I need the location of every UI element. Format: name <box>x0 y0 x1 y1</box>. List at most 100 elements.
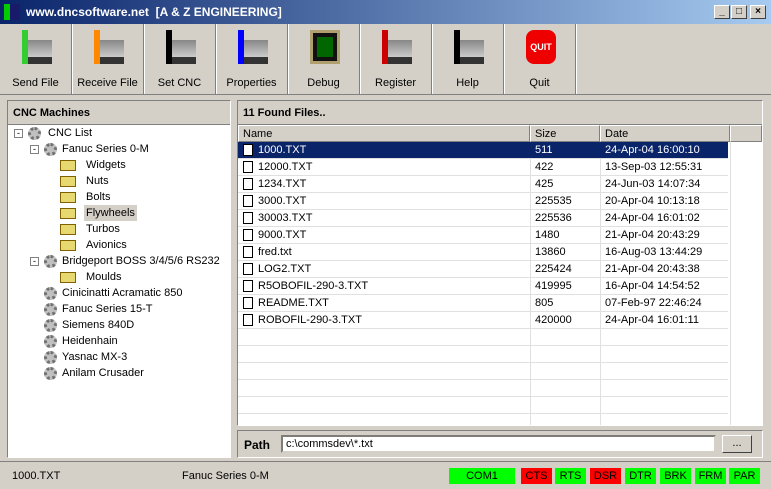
toolbar-label: Set CNC <box>157 77 202 89</box>
file-icon <box>243 161 253 173</box>
file-date: 24-Apr-04 16:00:10 <box>605 144 700 156</box>
file-name: ROBOFIL-290-3.TXT <box>258 314 362 326</box>
path-input[interactable]: c:\commsdev\*.txt <box>281 435 716 453</box>
column-filler <box>730 125 762 142</box>
file-date: 24-Jun-03 14:07:34 <box>605 178 701 190</box>
set-cnc-icon <box>166 30 196 64</box>
toolbar-button-register[interactable]: Register <box>360 24 432 94</box>
file-list: Name Size Date 1000.TXT 511 24-Apr-04 16:0… <box>238 125 762 425</box>
file-date: 24-Apr-04 16:01:02 <box>605 212 700 224</box>
machine-icon <box>44 351 57 364</box>
toolbar-button-help[interactable]: Help <box>432 24 504 94</box>
file-icon <box>243 246 253 258</box>
tree-node-folder[interactable]: Flywheels <box>84 205 137 221</box>
status-file: 1000.TXT <box>12 470 61 482</box>
file-name: 1000.TXT <box>258 144 307 156</box>
empty-row <box>238 363 728 380</box>
toolbar-button-quit[interactable]: QUIT Quit <box>504 24 576 94</box>
machine-icon <box>44 335 57 348</box>
tree-node-machine[interactable]: Bridgeport BOSS 3/4/5/6 RS232 <box>62 253 220 269</box>
file-date: 20-Apr-04 10:13:18 <box>605 195 700 207</box>
toolbar-label: Quit <box>529 77 550 89</box>
file-name: 9000.TXT <box>258 229 307 241</box>
send-file-icon <box>22 30 52 64</box>
tree-node-machine[interactable]: Siemens 840D <box>62 317 134 333</box>
file-date: 21-Apr-04 20:43:29 <box>605 229 700 241</box>
maximize-button[interactable]: □ <box>731 5 747 19</box>
toolbar-button-set-cnc[interactable]: Set CNC <box>144 24 216 94</box>
path-bar: Path c:\commsdev\*.txt ... <box>237 430 763 458</box>
status-machine: Fanuc Series 0-M <box>182 470 269 482</box>
folder-icon <box>60 160 76 171</box>
file-name: 30003.TXT <box>258 212 313 224</box>
path-label: Path <box>244 438 271 452</box>
tree-node-machine[interactable]: Yasnac MX-3 <box>62 349 127 365</box>
tree-node-machine[interactable]: Fanuc Series 0-M <box>62 141 149 157</box>
file-row[interactable]: fred.txt 13860 16-Aug-03 13:44:29 <box>238 244 728 261</box>
expand-toggle[interactable]: - <box>30 257 39 266</box>
tree-node-folder[interactable]: Bolts <box>86 189 110 205</box>
folder-icon <box>60 192 76 203</box>
file-size: 805 <box>535 297 554 309</box>
file-row[interactable]: README.TXT 805 07-Feb-97 22:46:24 <box>238 295 728 312</box>
toolbar-label: Send File <box>12 77 59 89</box>
file-size: 225535 <box>535 195 572 207</box>
file-date: 21-Apr-04 20:43:38 <box>605 263 700 275</box>
signal-par: PAR <box>729 468 760 484</box>
file-row[interactable]: 12000.TXT 422 13-Sep-03 12:55:31 <box>238 159 728 176</box>
file-icon <box>243 297 253 309</box>
tree-node-machine[interactable]: Fanuc Series 15-T <box>62 301 152 317</box>
file-icon <box>243 195 253 207</box>
folder-icon <box>60 224 76 235</box>
toolbar-button-receive-file[interactable]: Receive File <box>72 24 144 94</box>
file-date: 16-Aug-03 13:44:29 <box>605 246 703 258</box>
expand-toggle[interactable]: - <box>30 145 39 154</box>
column-size[interactable]: Size <box>530 125 600 142</box>
file-row[interactable]: 30003.TXT 225536 24-Apr-04 16:01:02 <box>238 210 728 227</box>
tree-node-folder[interactable]: Widgets <box>86 157 126 173</box>
file-row[interactable]: LOG2.TXT 225424 21-Apr-04 20:43:38 <box>238 261 728 278</box>
machine-icon <box>44 255 57 268</box>
toolbar-button-debug[interactable]: Debug <box>288 24 360 94</box>
folder-icon <box>60 176 76 187</box>
properties-icon <box>238 30 268 64</box>
quit-icon: QUIT <box>526 30 556 64</box>
column-name[interactable]: Name <box>238 125 530 142</box>
tree-node-machine[interactable]: Heidenhain <box>62 333 118 349</box>
file-name: R5OBOFIL-290-3.TXT <box>258 280 369 292</box>
tree-node-folder[interactable]: Avionics <box>86 237 127 253</box>
file-icon <box>243 212 253 224</box>
file-size: 225536 <box>535 212 572 224</box>
empty-row <box>238 397 728 414</box>
file-row[interactable]: 1000.TXT 511 24-Apr-04 16:00:10 <box>238 142 728 159</box>
toolbar-button-send-file[interactable]: Send File <box>0 24 72 94</box>
tree-root[interactable]: CNC List <box>48 125 92 141</box>
file-date: 16-Apr-04 14:54:52 <box>605 280 700 292</box>
window-title: www.dncsoftware.net [A & Z ENGINEERING] <box>26 5 282 19</box>
file-row[interactable]: 1234.TXT 425 24-Jun-03 14:07:34 <box>238 176 728 193</box>
file-size: 511 <box>535 144 553 156</box>
collapse-toggle[interactable]: - <box>14 129 23 138</box>
toolbar-label: Properties <box>226 77 277 89</box>
tree-node-folder[interactable]: Moulds <box>86 269 121 285</box>
toolbar-button-properties[interactable]: Properties <box>216 24 288 94</box>
tree-node-machine[interactable]: Cinicinatti Acramatic 850 <box>62 285 182 301</box>
machine-icon <box>44 367 57 380</box>
file-name: LOG2.TXT <box>258 263 312 275</box>
folder-icon <box>60 208 76 219</box>
tree-node-folder[interactable]: Turbos <box>86 221 120 237</box>
column-date[interactable]: Date <box>600 125 730 142</box>
file-name: 3000.TXT <box>258 195 307 207</box>
file-name: README.TXT <box>258 297 329 309</box>
signal-dsr: DSR <box>590 468 621 484</box>
file-row[interactable]: 9000.TXT 1480 21-Apr-04 20:43:29 <box>238 227 728 244</box>
file-row[interactable]: R5OBOFIL-290-3.TXT 419995 16-Apr-04 14:54:… <box>238 278 728 295</box>
folder-icon <box>60 272 76 283</box>
file-row[interactable]: ROBOFIL-290-3.TXT 420000 24-Apr-04 16:01:1… <box>238 312 728 329</box>
browse-button[interactable]: ... <box>722 435 752 453</box>
tree-node-folder[interactable]: Nuts <box>86 173 109 189</box>
close-button[interactable]: × <box>750 5 766 19</box>
tree-node-machine[interactable]: Anilam Crusader <box>62 365 144 381</box>
file-row[interactable]: 3000.TXT 225535 20-Apr-04 10:13:18 <box>238 193 728 210</box>
minimize-button[interactable]: _ <box>714 5 730 19</box>
